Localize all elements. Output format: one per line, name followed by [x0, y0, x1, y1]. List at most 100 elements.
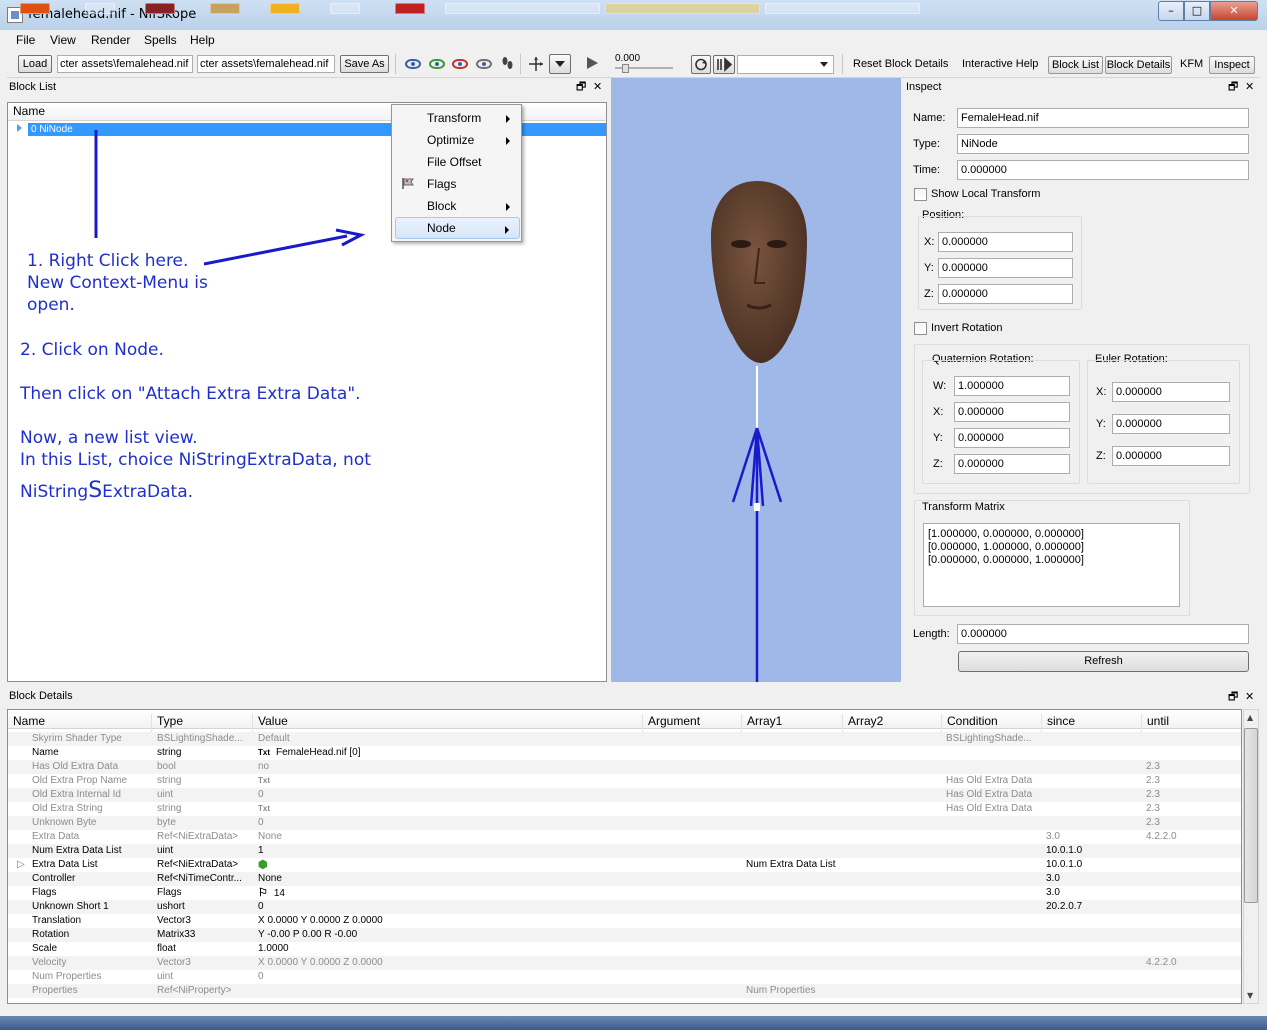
animation-select[interactable]: [737, 55, 834, 74]
taskbar-app-icon[interactable]: [20, 3, 50, 14]
walk-icon[interactable]: [501, 56, 513, 70]
block-list-float-button[interactable]: 🗗: [576, 80, 586, 94]
show-local-transform-checkbox[interactable]: [914, 188, 927, 201]
table-row[interactable]: Extra Data Ref<NiExtraData> None 3.0 4.2.2.0: [8, 830, 1241, 844]
menu-file[interactable]: File: [16, 33, 35, 47]
table-row[interactable]: Name string Txt FemaleHead.nif [0]: [8, 746, 1241, 760]
context-item-block[interactable]: Block: [395, 195, 520, 217]
table-row[interactable]: Skyrim Shader Type BSLightingShade... Defa…: [8, 732, 1241, 746]
column-header-name[interactable]: Name: [8, 714, 45, 732]
interactive-help-button[interactable]: Interactive Help: [962, 58, 1038, 70]
view-side-icon[interactable]: [452, 59, 468, 69]
context-item-transform[interactable]: Transform: [395, 107, 520, 129]
menu-spells[interactable]: Spells: [144, 33, 177, 47]
taskbar-window-button[interactable]: [605, 3, 760, 14]
load-button[interactable]: Load: [18, 55, 52, 73]
taskbar-window-button[interactable]: [445, 3, 600, 14]
context-item-node[interactable]: Node: [395, 217, 520, 239]
length-field[interactable]: 0.000000: [957, 624, 1249, 644]
loop-button[interactable]: [691, 55, 711, 74]
context-item-flags[interactable]: Flags: [395, 173, 520, 195]
time-field[interactable]: 0.000000: [957, 160, 1249, 180]
view-top-icon[interactable]: [405, 59, 421, 69]
block-details-float-button[interactable]: 🗗: [1228, 690, 1238, 704]
table-row[interactable]: Num Extra Data List uint 1 10.0.1.0: [8, 844, 1241, 858]
euler-x-field[interactable]: 0.000000: [1112, 382, 1230, 402]
render-viewport[interactable]: [611, 78, 901, 682]
column-header-since[interactable]: since: [1041, 714, 1075, 732]
axes-icon[interactable]: [527, 55, 545, 73]
taskbar-app-icon[interactable]: [85, 3, 115, 14]
euler-z-field[interactable]: 0.000000: [1112, 446, 1230, 466]
pos-z-field[interactable]: 0.000000: [938, 284, 1073, 304]
table-row[interactable]: Num Properties uint 0: [8, 970, 1241, 984]
table-row[interactable]: Velocity Vector3 X 0.0000 Y 0.0000 Z 0.000…: [8, 956, 1241, 970]
save-as-button[interactable]: Save As: [340, 55, 389, 73]
table-row[interactable]: Unknown Byte byte 0 2.3: [8, 816, 1241, 830]
quat-y-field[interactable]: 0.000000: [954, 428, 1070, 448]
table-row[interactable]: Rotation Matrix33 Y -0.00 P 0.00 R -0.00: [8, 928, 1241, 942]
load-path-input[interactable]: cter assets\femalehead.nif: [57, 55, 193, 73]
block-details-toggle[interactable]: Block Details: [1105, 56, 1172, 74]
quat-w-field[interactable]: 1.000000: [954, 376, 1070, 396]
column-header-condition[interactable]: Condition: [941, 714, 998, 732]
maximize-button[interactable]: □: [1184, 1, 1210, 21]
close-button[interactable]: ✕: [1210, 1, 1258, 21]
view-user-icon[interactable]: [476, 59, 492, 69]
kfm-button[interactable]: KFM: [1180, 58, 1203, 70]
table-row[interactable]: Old Extra Internal Id uint 0 Has Old Extra …: [8, 788, 1241, 802]
quat-z-field[interactable]: 0.000000: [954, 454, 1070, 474]
transform-matrix-box[interactable]: [1.000000, 0.000000, 0.000000] [0.000000…: [923, 523, 1180, 607]
scroll-up-icon[interactable]: ▲: [1247, 713, 1253, 722]
expand-arrow-icon[interactable]: ▷: [17, 858, 25, 872]
invert-rotation-checkbox[interactable]: [914, 322, 927, 335]
table-row[interactable]: Unknown Short 1 ushort 0 20.2.0.7: [8, 900, 1241, 914]
taskbar-app-icon[interactable]: [145, 3, 175, 14]
euler-y-field[interactable]: 0.000000: [1112, 414, 1230, 434]
inspect-close-button[interactable]: ✕: [1245, 80, 1254, 94]
menu-render[interactable]: Render: [91, 33, 130, 47]
switch-button[interactable]: [713, 55, 735, 74]
table-row[interactable]: Controller Ref<NiTimeContr... None 3.0: [8, 872, 1241, 886]
table-row[interactable]: ▷ Extra Data List Ref<NiExtraData> ⬢ Num Ext…: [8, 858, 1241, 872]
table-row[interactable]: Old Extra String string Txt Has Old Extra D…: [8, 802, 1241, 816]
taskbar-app-icon[interactable]: [395, 3, 425, 14]
quat-x-field[interactable]: 0.000000: [954, 402, 1070, 422]
view-front-icon[interactable]: [429, 59, 445, 69]
table-row[interactable]: Properties Ref<NiProperty> Num Properties: [8, 984, 1241, 998]
column-header-until[interactable]: until: [1141, 714, 1169, 732]
taskbar-app-icon[interactable]: [210, 3, 240, 14]
block-list-toggle[interactable]: Block List: [1048, 56, 1103, 74]
scroll-down-icon[interactable]: ▼: [1247, 991, 1253, 1000]
table-row[interactable]: Translation Vector3 X 0.0000 Y 0.0000 Z 0.…: [8, 914, 1241, 928]
table-row[interactable]: Old Extra Prop Name string Txt Has Old Extr…: [8, 774, 1241, 788]
table-row[interactable]: Has Old Extra Data bool no 2.3: [8, 760, 1241, 774]
pos-y-field[interactable]: 0.000000: [938, 258, 1073, 278]
menu-view[interactable]: View: [50, 33, 76, 47]
context-item-optimize[interactable]: Optimize: [395, 129, 520, 151]
column-header-argument[interactable]: Argument: [642, 714, 700, 732]
save-path-input[interactable]: cter assets\femalehead.nif: [197, 55, 335, 73]
inspect-float-button[interactable]: 🗗: [1228, 80, 1238, 94]
dropdown-button[interactable]: [549, 54, 571, 74]
column-header-value[interactable]: Value: [252, 714, 288, 732]
taskbar-app-icon[interactable]: [330, 3, 360, 14]
column-header-array2[interactable]: Array2: [842, 714, 883, 732]
block-details-close-button[interactable]: ✕: [1245, 690, 1254, 704]
block-list-close-button[interactable]: ✕: [593, 80, 602, 94]
taskbar-window-button[interactable]: [765, 3, 920, 14]
table-row[interactable]: Scale float 1.0000: [8, 942, 1241, 956]
type-field[interactable]: NiNode: [957, 134, 1249, 154]
column-header-type[interactable]: Type: [151, 714, 183, 732]
refresh-button[interactable]: Refresh: [958, 651, 1249, 672]
pos-x-field[interactable]: 0.000000: [938, 232, 1073, 252]
column-header-array1[interactable]: Array1: [741, 714, 782, 732]
taskbar-app-icon[interactable]: [270, 3, 300, 14]
table-row[interactable]: Flags Flags ⚐ 14 3.0: [8, 886, 1241, 900]
menu-help[interactable]: Help: [190, 33, 215, 47]
reset-block-details-button[interactable]: Reset Block Details: [853, 58, 948, 70]
scrollbar-thumb[interactable]: [1244, 728, 1258, 903]
context-item-file-offset[interactable]: File Offset: [395, 151, 520, 173]
minimize-button[interactable]: –: [1158, 1, 1184, 21]
time-slider-handle[interactable]: [622, 64, 629, 73]
